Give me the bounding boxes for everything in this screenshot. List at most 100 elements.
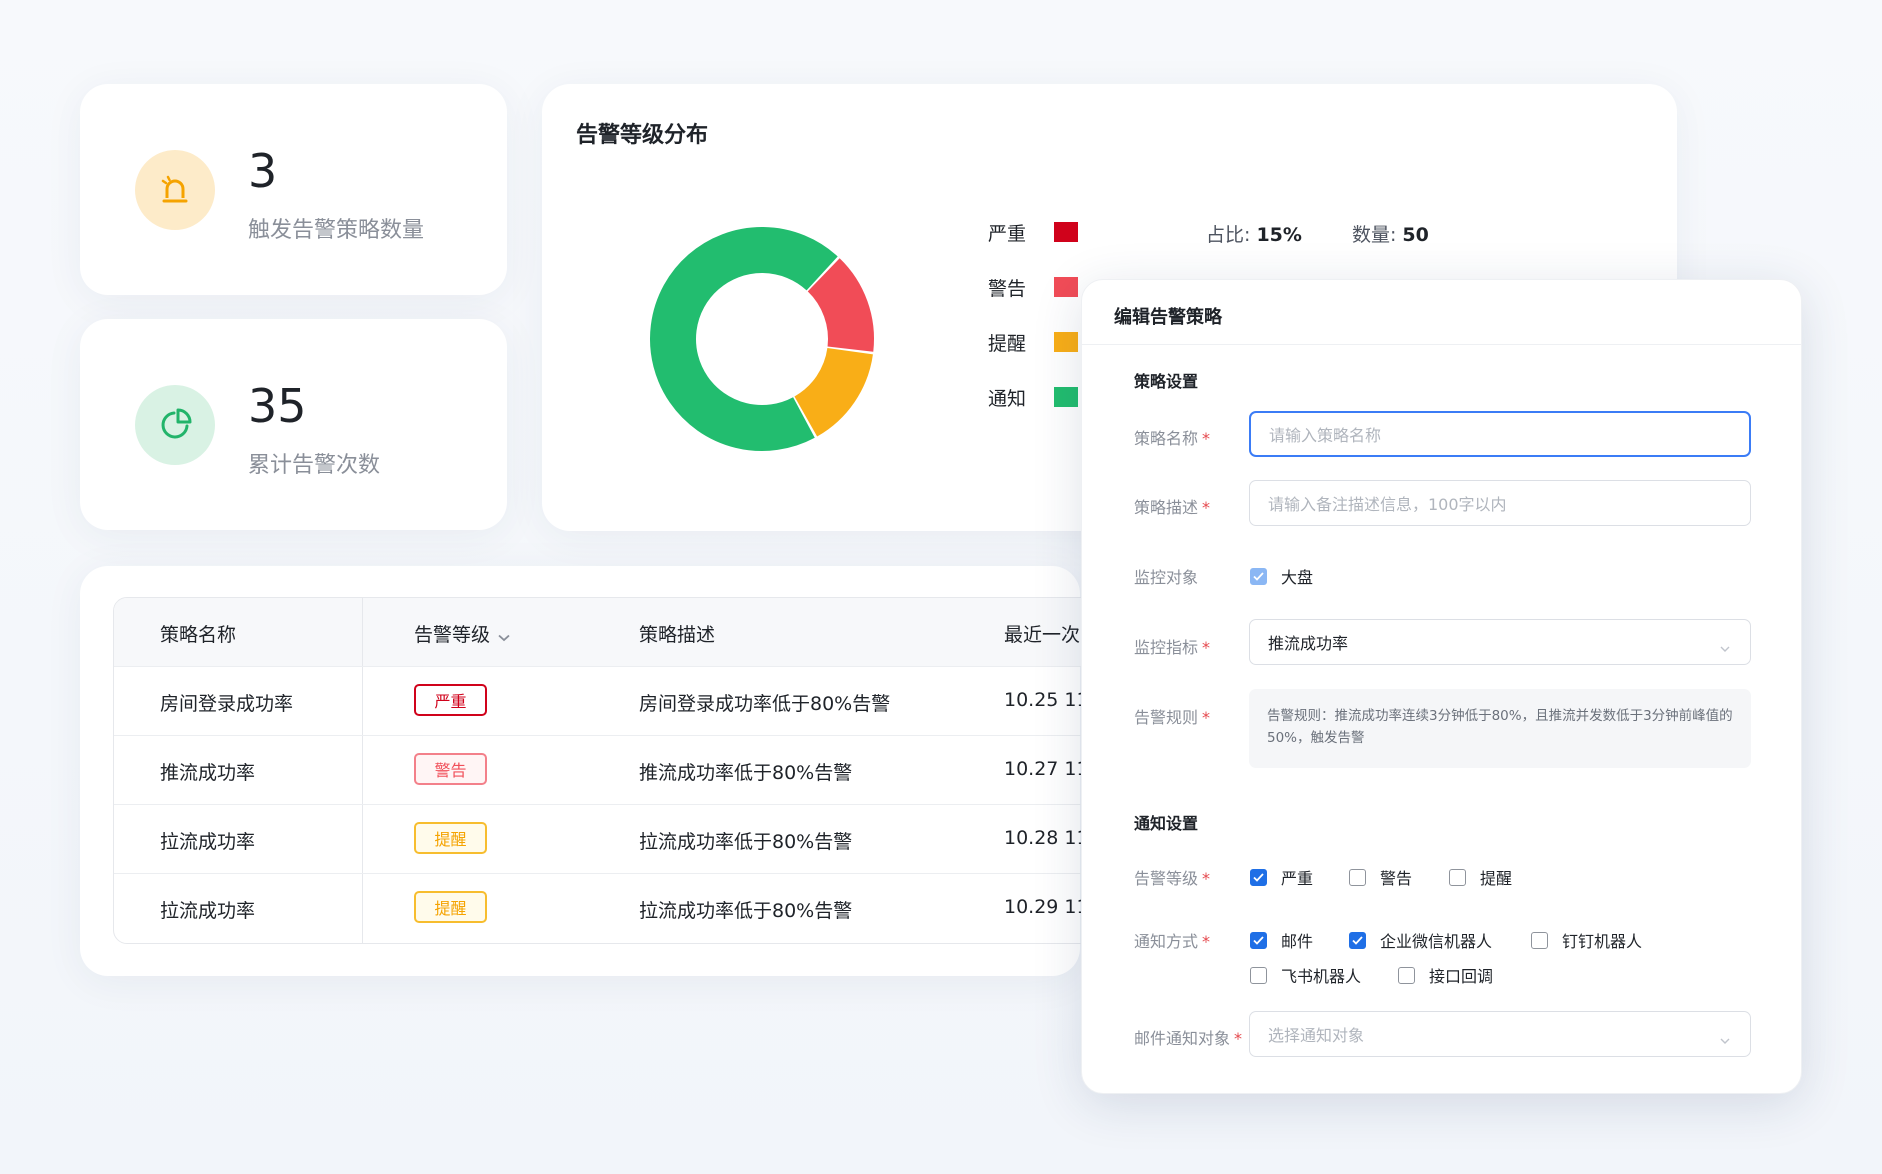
chevron-down-icon[interactable] [498,625,510,647]
checkbox-label: 企业微信机器人 [1380,932,1493,951]
level-tag: 警告 [414,753,487,785]
legend-label: 提醒 [988,332,1027,355]
column-header-name: 策略名称 [160,624,237,646]
alert-level-label: 告警等级 * [1134,865,1210,889]
column-header-level[interactable]: 告警等级 [414,620,510,647]
mail-target-select[interactable]: 选择通知对象 [1249,1011,1751,1057]
legend-label: 严重 [988,222,1027,245]
table-row[interactable]: 拉流成功率 提醒 拉流成功率低于80%告警 10.28 11 [114,804,1142,873]
chevron-down-icon[interactable] [1720,638,1730,657]
column-header-time: 最近一次 [1004,624,1081,646]
required-mark: * [1202,708,1211,727]
column-header-label: 告警等级 [414,624,491,646]
modal-title: 编辑告警策略 [1114,307,1222,328]
edit-policy-modal: 编辑告警策略 策略设置 策略名称 * 请输入策略名称 策略描述 * 请输入备注描述信… [1081,279,1802,1094]
checkbox-icon[interactable] [1250,931,1267,949]
level-checkbox-critical[interactable]: 严重 [1250,865,1313,889]
monitor-metric-select[interactable]: 推流成功率 [1249,619,1751,665]
checkbox-icon[interactable] [1398,966,1415,984]
checkbox-label: 接口回调 [1429,967,1494,986]
method-checkbox-wecom[interactable]: 企业微信机器人 [1349,928,1492,952]
chevron-down-icon[interactable] [1720,1030,1730,1049]
cell-desc: 拉流成功率低于80%告警 [639,831,853,853]
legend-swatch [1054,222,1078,242]
checkbox-icon[interactable] [1349,931,1366,949]
level-checkbox-warning[interactable]: 警告 [1349,865,1412,889]
notify-method-label: 通知方式 * [1134,928,1210,952]
section-title-notify: 通知设置 [1134,814,1199,833]
label-text: 告警等级 [1134,869,1199,888]
legend-item-notify: 通知 [988,382,1078,412]
donut-slice-警告 [807,258,874,352]
donut-slice-提醒 [793,347,873,437]
cell-name: 房间登录成功率 [160,693,294,715]
method-checkbox-dingtalk[interactable]: 钉钉机器人 [1531,928,1642,952]
section-title-policy: 策略设置 [1134,372,1199,391]
policy-desc-label: 策略描述 * [1134,494,1210,518]
checkbox-label: 大盘 [1281,568,1314,587]
level-tag: 提醒 [414,822,487,854]
checkbox-icon[interactable] [1449,868,1466,886]
checkbox-icon[interactable] [1349,868,1366,886]
level-tag: 严重 [414,684,487,716]
monitor-target-label: 监控对象 [1134,568,1199,587]
checkbox-icon[interactable] [1250,868,1267,886]
legend-item-warning: 警告 [988,272,1078,302]
stat-value: 3 [248,144,278,198]
select-placeholder: 选择通知对象 [1268,1026,1365,1045]
checkbox-label: 飞书机器人 [1281,967,1362,986]
checkbox-icon[interactable] [1250,966,1267,984]
legend-item-critical: 严重 占比: 15% 数量: 50 [988,217,1429,247]
cell-time: 10.27 11 [1004,758,1089,780]
method-checkbox-email[interactable]: 邮件 [1250,928,1313,952]
legend-swatch [1054,332,1078,352]
count-value: 50 [1402,224,1429,246]
table-row[interactable]: 拉流成功率 提醒 拉流成功率低于80%告警 10.29 11 [114,873,1142,942]
ratio-value: 15% [1256,224,1302,246]
checkbox-label: 严重 [1281,869,1314,888]
required-mark: * [1202,498,1211,517]
label-text: 策略名称 [1134,429,1199,448]
legend-label: 通知 [988,387,1027,410]
cell-time: 10.29 11 [1004,896,1089,918]
required-mark: * [1234,1029,1243,1048]
mail-target-label: 邮件通知对象 * [1134,1025,1242,1049]
stat-card-triggered: 3 触发告警策略数量 [80,84,507,295]
stat-value: 35 [248,379,307,433]
policy-table: 策略名称 告警等级 策略描述 最近一次 房间登录成功率 严重 房间登录成功率低于… [113,597,1143,944]
checkbox-icon[interactable] [1250,567,1267,585]
policy-name-label: 策略名称 * [1134,425,1210,449]
policy-name-input[interactable]: 请输入策略名称 [1249,411,1751,457]
alarm-icon [135,150,215,230]
legend-swatch [1054,277,1078,297]
policy-desc-input[interactable]: 请输入备注描述信息，100字以内 [1249,480,1751,526]
count-label: 数量: [1351,224,1397,246]
level-checkbox-remind[interactable]: 提醒 [1449,865,1512,889]
donut-chart [650,227,874,451]
cell-name: 推流成功率 [160,762,256,784]
method-checkbox-callback[interactable]: 接口回调 [1398,963,1493,987]
monitor-target-checkbox[interactable]: 大盘 [1250,564,1313,588]
checkbox-label: 提醒 [1480,869,1513,888]
label-text: 邮件通知对象 [1134,1029,1231,1048]
method-checkbox-feishu[interactable]: 飞书机器人 [1250,963,1361,987]
table-row[interactable]: 房间登录成功率 严重 房间登录成功率低于80%告警 10.25 11 [114,666,1142,735]
table-row[interactable]: 推流成功率 警告 推流成功率低于80%告警 10.27 11 [114,735,1142,804]
label-text: 通知方式 [1134,932,1199,951]
stat-label: 触发告警策略数量 [248,218,425,243]
monitor-metric-label: 监控指标 * [1134,634,1210,658]
checkbox-label: 邮件 [1281,932,1314,951]
column-header-desc: 策略描述 [639,624,716,646]
pie-chart-icon [135,385,215,465]
required-mark: * [1202,932,1211,951]
checkbox-icon[interactable] [1531,931,1548,949]
cell-desc: 房间登录成功率低于80%告警 [639,693,891,715]
checkbox-label: 钉钉机器人 [1562,932,1643,951]
label-text: 监控指标 [1134,638,1199,657]
level-tag: 提醒 [414,891,487,923]
cell-desc: 推流成功率低于80%告警 [639,762,853,784]
required-mark: * [1202,869,1211,888]
cell-time: 10.28 11 [1004,827,1089,849]
label-text: 告警规则 [1134,708,1199,727]
cell-desc: 拉流成功率低于80%告警 [639,900,853,922]
